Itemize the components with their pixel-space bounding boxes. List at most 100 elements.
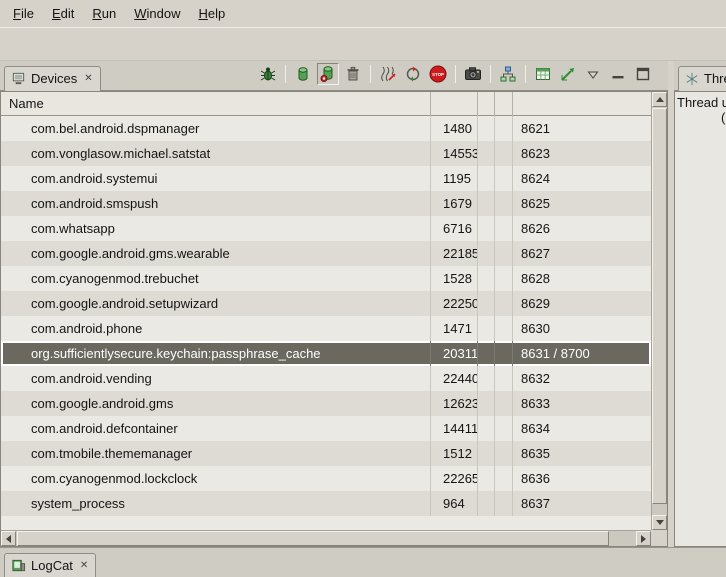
process-col3 (478, 441, 495, 466)
process-table: Name com.bel.android.dspmanager 1480 862… (0, 91, 668, 547)
table-row[interactable]: org.sufficientlysecure.keychain:passphra… (1, 341, 651, 366)
process-col4 (495, 366, 513, 391)
process-col3 (478, 216, 495, 241)
menu-help[interactable]: Help (189, 3, 234, 24)
process-pid: 1528 (431, 266, 478, 291)
vertical-scrollbar[interactable] (651, 92, 667, 530)
process-col3 (478, 241, 495, 266)
process-pid: 22185 (431, 241, 478, 266)
process-col3 (478, 166, 495, 191)
process-col4 (495, 191, 513, 216)
vertical-scroll-thumb[interactable] (652, 108, 667, 504)
scroll-down-icon[interactable] (652, 515, 667, 530)
process-col4 (495, 116, 513, 141)
process-col3 (478, 416, 495, 441)
table-row[interactable]: com.vonglasow.michael.satstat 14553 8623 (1, 141, 651, 166)
menu-window[interactable]: Window (125, 3, 189, 24)
process-port: 8623 (513, 141, 651, 166)
process-name: com.whatsapp (1, 216, 431, 241)
column-header-4[interactable] (495, 92, 513, 116)
dump-hprof-icon[interactable] (317, 63, 339, 85)
process-col3 (478, 391, 495, 416)
stop-process-icon[interactable]: STOP (427, 63, 449, 85)
main-area: Devices ✕ (0, 61, 726, 547)
table-row[interactable]: com.android.defcontainer 14411 8634 (1, 416, 651, 441)
threads-tab-row: Threads (674, 61, 726, 91)
scroll-right-icon[interactable] (636, 531, 651, 546)
devices-tab-label: Devices (31, 71, 77, 86)
process-col3 (478, 316, 495, 341)
table-row[interactable]: com.google.android.gms.wearable 22185 86… (1, 241, 651, 266)
process-port: 8632 (513, 366, 651, 391)
process-pid: 14411 (431, 416, 478, 441)
update-heap-icon[interactable] (292, 63, 314, 85)
menu-file[interactable]: File (4, 3, 43, 24)
process-pid: 6716 (431, 216, 478, 241)
scroll-up-icon[interactable] (652, 92, 667, 107)
threads-message-line2: ( (721, 110, 725, 125)
process-pid: 1195 (431, 166, 478, 191)
column-header-port[interactable] (513, 92, 651, 116)
column-header-name[interactable]: Name (1, 92, 431, 116)
table-row[interactable]: com.whatsapp 6716 8626 (1, 216, 651, 241)
view-menu-icon[interactable] (582, 63, 604, 85)
threads-tab-label: Threads (704, 71, 726, 86)
ui-hierarchy-icon[interactable] (497, 63, 519, 85)
process-pid: 1480 (431, 116, 478, 141)
process-port: 8629 (513, 291, 651, 316)
threads-tab-icon (685, 72, 699, 86)
table-row[interactable]: com.tmobile.thememanager 1512 8635 (1, 441, 651, 466)
table-row[interactable]: com.cyanogenmod.trebuchet 1528 8628 (1, 266, 651, 291)
main-toolbar-strip (0, 27, 726, 61)
table-row[interactable]: com.android.smspush 1679 8625 (1, 191, 651, 216)
debug-process-icon[interactable] (257, 63, 279, 85)
tab-devices[interactable]: Devices ✕ (4, 66, 101, 91)
table-row[interactable]: com.android.phone 1471 8630 (1, 316, 651, 341)
process-port: 8627 (513, 241, 651, 266)
table-row[interactable]: com.android.vending 22440 8632 (1, 366, 651, 391)
process-name: com.tmobile.thememanager (1, 441, 431, 466)
process-name: com.android.phone (1, 316, 431, 341)
horizontal-scroll-thumb[interactable] (17, 531, 609, 546)
process-pid: 1679 (431, 191, 478, 216)
table-row[interactable]: com.android.systemui 1195 8624 (1, 166, 651, 191)
cause-gc-icon[interactable] (342, 63, 364, 85)
menu-bar: File Edit Run Window Help (0, 0, 726, 27)
table-row[interactable]: com.google.android.setupwizard 22250 862… (1, 291, 651, 316)
column-header-pid[interactable] (431, 92, 478, 116)
tab-threads[interactable]: Threads (678, 66, 726, 91)
screen-capture-icon[interactable] (462, 63, 484, 85)
process-port: 8635 (513, 441, 651, 466)
table-row[interactable]: com.google.android.gms 12623 8633 (1, 391, 651, 416)
process-pid: 22265 (431, 466, 478, 491)
stop-label: STOP (432, 71, 444, 76)
process-port: 8637 (513, 491, 651, 516)
logcat-strip: LogCat ✕ (0, 547, 726, 577)
process-col4 (495, 266, 513, 291)
threads-panel: Threads Thread up ( (674, 61, 726, 547)
logcat-tab-label: LogCat (31, 558, 73, 573)
maximize-icon[interactable] (632, 63, 654, 85)
thread-updates-toggle-icon[interactable] (532, 63, 554, 85)
horizontal-scrollbar[interactable] (1, 530, 651, 546)
devices-tab-close-icon[interactable]: ✕ (84, 73, 92, 84)
table-row[interactable]: com.cyanogenmod.lockclock 22265 8636 (1, 466, 651, 491)
process-name: com.android.defcontainer (1, 416, 431, 441)
menu-edit[interactable]: Edit (43, 3, 83, 24)
process-name: com.android.vending (1, 366, 431, 391)
threads-message-line1: Thread up (677, 95, 725, 110)
menu-run[interactable]: Run (83, 3, 125, 24)
column-header-3[interactable] (478, 92, 495, 116)
table-row[interactable]: system_process 964 8637 (1, 491, 651, 516)
process-port: 8626 (513, 216, 651, 241)
method-profiling-icon[interactable] (402, 63, 424, 85)
process-name: system_process (1, 491, 431, 516)
table-row[interactable]: com.bel.android.dspmanager 1480 8621 (1, 116, 651, 141)
tab-logcat[interactable]: LogCat ✕ (4, 553, 96, 577)
heap-updates-toggle-icon[interactable] (557, 63, 579, 85)
toolbar-separator (490, 65, 491, 83)
minimize-icon[interactable] (607, 63, 629, 85)
update-threads-icon[interactable] (377, 63, 399, 85)
logcat-tab-close-icon[interactable]: ✕ (80, 560, 88, 571)
scroll-left-icon[interactable] (1, 531, 16, 546)
